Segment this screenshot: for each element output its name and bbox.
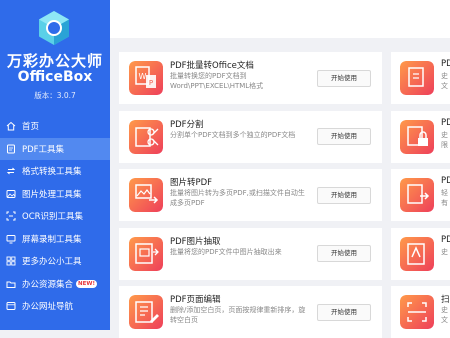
tool-description: 史限 — [441, 130, 448, 149]
sidebar-item-label: 办公网址导航 — [22, 302, 74, 313]
sidebar-item-pdf-tools[interactable]: PDF工具集 — [0, 137, 110, 160]
sidebar-item-label: PDF工具集 — [22, 144, 65, 155]
tool-card: PDF分割 分割单个PDF文档到多个独立的PDF文档 开始使用 — [119, 110, 382, 163]
tool-description: 史 — [441, 247, 448, 256]
tool-card: PDF页面编辑 删除/添加空白页，页面按规律重新排序，旋转空白页 开始使用 — [119, 286, 382, 338]
sidebar-item-label: 更多办公小工具 — [22, 257, 82, 268]
resources-icon — [6, 281, 16, 288]
app-subtitle: OfficeBox — [17, 69, 93, 85]
sidebar: 万彩办公大师 OfficeBox 版本：3.0.7 首页 PDF工具集 格式转换… — [0, 0, 110, 330]
sidebar-item-resources[interactable]: 办公资源集合 NEW! — [0, 273, 110, 296]
tool-card: W P PDF批量转Office文档 批量转换您的PDF文档到Word\PPT\EXC… — [119, 52, 382, 104]
svg-text:W: W — [139, 72, 147, 81]
tool-title: PD — [441, 117, 450, 128]
start-button[interactable]: 开始使用 — [317, 69, 371, 87]
tool-card: PD 史 — [391, 227, 450, 280]
url-nav-icon — [6, 302, 16, 311]
tool-card: PD 轻有 — [391, 169, 450, 221]
top-bar — [110, 0, 450, 38]
pdf-image-extract-icon — [129, 236, 163, 271]
app-version: 版本：3.0.7 — [34, 91, 76, 100]
tool-card: PDF图片抽取 批量将您的PDF文件中图片抽取出来 开始使用 — [119, 227, 382, 280]
scan-icon — [400, 295, 434, 329]
pdf-tools-icon — [7, 144, 15, 154]
sidebar-item-label: 办公资源集合 — [22, 279, 74, 290]
tool-description: 批量转换您的PDF文档到Word\PPT\EXCEL\HTML格式 — [170, 72, 264, 90]
tool-description: 批量将图片转为多页PDF,或扫描文件自动生成多页PDF — [170, 189, 305, 207]
sidebar-nav: 首页 PDF工具集 格式转换工具集 图片处理工具集 OCR识别工具集 屏幕录制工… — [0, 115, 110, 318]
new-badge: NEW! — [76, 279, 97, 288]
tool-title: PDF分割 — [170, 119, 204, 130]
tool-description: 史文 — [441, 306, 448, 324]
tool-description: 轻有 — [441, 189, 448, 207]
tool-title: 扫 — [441, 295, 450, 305]
tool-title: PDF批量转Office文档 — [170, 61, 254, 71]
sidebar-item-label: 格式转换工具集 — [22, 167, 82, 178]
sidebar-item-url-nav[interactable]: 办公网址导航 — [0, 295, 110, 318]
sidebar-item-label: OCR识别工具集 — [22, 212, 84, 223]
pdf-merge-icon — [400, 61, 434, 95]
sidebar-item-label: 图片处理工具集 — [22, 189, 82, 200]
tool-description: 批量将您的PDF文件中图片抽取出来 — [170, 247, 282, 256]
tool-card: 扫史文 — [391, 286, 450, 338]
sidebar-item-image-tools[interactable]: 图片处理工具集 — [0, 183, 110, 206]
screen-record-icon — [6, 234, 16, 244]
tool-card: 图片转PDF 批量将图片转为多页PDF,或扫描文件自动生成多页PDF 开始使用 — [119, 169, 382, 221]
more-tools-icon — [6, 256, 16, 266]
start-button[interactable]: 开始使用 — [317, 186, 371, 204]
pdf-split-icon — [129, 119, 163, 154]
pdf-page-edit-icon — [129, 295, 163, 329]
format-convert-icon — [6, 167, 16, 175]
tool-card: PD 史限 — [391, 110, 450, 163]
pdf-lock-icon — [400, 119, 434, 154]
image-tools-icon — [6, 189, 16, 198]
tool-title: PDF图片抽取 — [170, 236, 221, 247]
main-content: W P PDF批量转Office文档 批量转换您的PDF文档到Word\PPT\EXC… — [110, 0, 450, 338]
tool-description: 删除/添加空白页，页面按规律重新排序，旋转空白页 — [170, 306, 306, 324]
tool-title: PDF页面编辑 — [170, 295, 221, 305]
pdf-convert-icon — [400, 178, 434, 212]
tool-card: PD 史文 — [391, 52, 450, 104]
tool-title: PD — [441, 176, 450, 186]
tool-title: PD — [441, 234, 450, 245]
tool-title: PD — [441, 59, 450, 69]
sidebar-item-label: 屏幕录制工具集 — [22, 234, 82, 245]
sidebar-item-ocr[interactable]: OCR识别工具集 — [0, 205, 110, 228]
start-button[interactable]: 开始使用 — [317, 128, 371, 145]
sidebar-item-format-convert[interactable]: 格式转换工具集 — [0, 160, 110, 183]
app-title: 万彩办公大师 — [6, 52, 103, 70]
sidebar-item-label: 首页 — [22, 122, 40, 133]
sidebar-item-home[interactable]: 首页 — [0, 115, 110, 138]
sidebar-item-screen-record[interactable]: 屏幕录制工具集 — [0, 228, 110, 251]
ocr-icon — [6, 211, 16, 221]
tool-description: 史文 — [441, 72, 448, 90]
start-button[interactable]: 开始使用 — [317, 245, 371, 262]
tool-description: 分割单个PDF文档到多个独立的PDF文档 — [170, 130, 296, 139]
officebox-logo-icon — [39, 11, 69, 45]
svg-text:P: P — [149, 79, 153, 87]
start-button[interactable]: 开始使用 — [317, 303, 371, 321]
sidebar-item-more-tools[interactable]: 更多办公小工具 — [0, 250, 110, 273]
pdf-doc-icon — [400, 236, 434, 271]
image-to-pdf-icon — [129, 178, 163, 212]
tool-title: 图片转PDF — [170, 178, 213, 188]
home-icon — [6, 122, 16, 131]
pdf-to-office-icon: WP — [129, 61, 163, 95]
